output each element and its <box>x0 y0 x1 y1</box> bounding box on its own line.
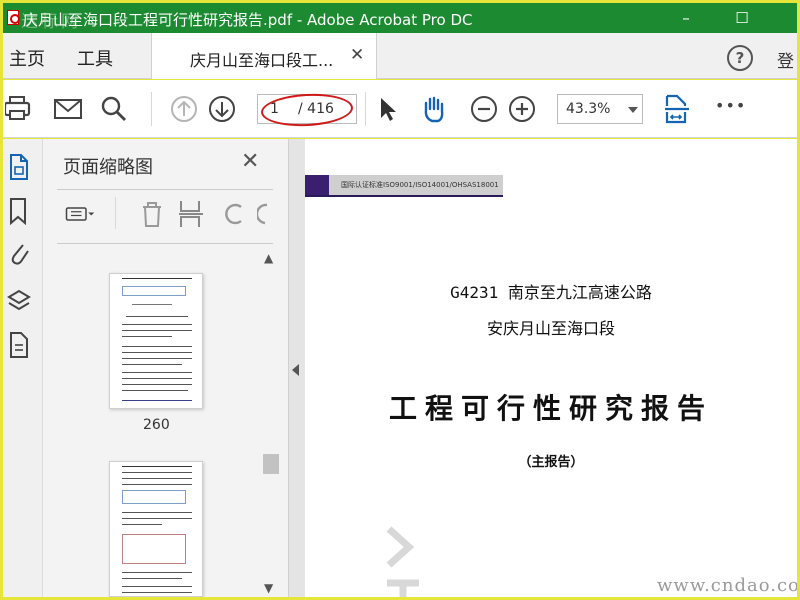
certification-text: 国际认证标准ISO9001/ISO14001/OHSAS18001 <box>341 181 499 189</box>
title-bar: 庆月山至海口段工程可行性研究报告.pdf - Adobe Acrobat Pro… <box>3 3 797 33</box>
delete-page-icon[interactable] <box>137 199 167 229</box>
thumbnail-options-icon[interactable] <box>65 199 95 229</box>
scroll-up-icon[interactable]: ▲ <box>264 251 273 265</box>
hand-tool-icon[interactable] <box>419 94 449 124</box>
panel-divider <box>57 243 273 244</box>
acrobat-pdf-icon <box>7 10 20 25</box>
help-icon[interactable]: ? <box>727 45 753 71</box>
toolbar-separator <box>151 92 152 126</box>
tab-bar: 主页 工具 庆月山至海口段工... ✕ ? 登 <box>3 33 797 79</box>
window-title: 庆月山至海口段工程可行性研究报告.pdf - Adobe Acrobat Pro… <box>23 11 473 29</box>
previous-page-icon[interactable] <box>169 94 199 124</box>
page-thumbnail[interactable] <box>109 461 203 597</box>
navigation-rail <box>3 139 43 597</box>
maximize-button[interactable]: ☐ <box>727 6 757 30</box>
document-line-1: G4231 南京至九江高速公路 <box>450 283 652 302</box>
certification-banner: 国际认证标准ISO9001/ISO14001/OHSAS18001 <box>305 175 503 197</box>
zoom-in-icon[interactable] <box>507 94 537 124</box>
scroll-down-icon[interactable]: ▼ <box>264 581 273 595</box>
search-icon[interactable] <box>99 94 129 124</box>
zoom-out-icon[interactable] <box>469 94 499 124</box>
tab-tools[interactable]: 工具 <box>77 45 113 71</box>
overlay-watermark: 达标网 <box>21 12 81 32</box>
document-title: 工程可行性研究报告 <box>388 392 713 425</box>
next-page-icon[interactable] <box>207 94 237 124</box>
tab-home[interactable]: 主页 <box>9 45 45 71</box>
site-watermark: www.cndao.com <box>657 575 800 596</box>
sign-in-button[interactable]: 登 <box>777 47 794 72</box>
attachment-icon[interactable] <box>7 239 31 267</box>
close-tab-icon[interactable]: ✕ <box>350 45 364 65</box>
chevron-down-icon <box>628 107 638 113</box>
document-properties-icon[interactable] <box>7 331 31 359</box>
layers-icon[interactable] <box>7 287 31 315</box>
zoom-value: 43.3% <box>566 101 611 117</box>
zoom-dropdown[interactable]: 43.3% <box>557 94 643 124</box>
rotate-counterclockwise-icon[interactable] <box>219 199 249 229</box>
email-icon[interactable] <box>53 94 83 124</box>
rotate-clockwise-icon[interactable] <box>257 199 267 229</box>
page-thumbnail[interactable] <box>109 273 203 409</box>
document-subtitle: （主报告） <box>518 455 584 470</box>
thumbnail-page-number: 260 <box>143 417 170 433</box>
decorative-logo-graphic <box>386 526 419 597</box>
more-tools-icon[interactable]: ••• <box>715 96 746 115</box>
bookmark-icon[interactable] <box>7 197 31 225</box>
panel-collapse-handle[interactable] <box>289 139 305 597</box>
scrollbar-thumb[interactable] <box>263 454 279 474</box>
panel-title: 页面缩略图 <box>63 157 153 178</box>
document-tab-label: 庆月山至海口段工... <box>190 51 334 70</box>
toolbar-separator <box>365 92 366 126</box>
collapse-arrow-icon[interactable] <box>292 364 299 376</box>
document-line-2: 安庆月山至海口段 <box>486 319 615 338</box>
app-window: 庆月山至海口段工程可行性研究报告.pdf - Adobe Acrobat Pro… <box>0 0 800 600</box>
fit-page-icon[interactable] <box>663 94 693 124</box>
thumbnail-panel: 页面缩略图 ✕ 260 ▲ ▼ <box>43 139 289 597</box>
minimize-button[interactable]: – <box>671 6 701 30</box>
page-thumbnails-icon[interactable] <box>7 153 31 181</box>
select-cursor-icon[interactable] <box>373 94 403 124</box>
panel-separator <box>115 197 116 229</box>
panel-divider <box>57 189 273 190</box>
document-view[interactable]: 国际认证标准ISO9001/ISO14001/OHSAS18001 G4231 … <box>305 139 797 597</box>
insert-page-icon[interactable] <box>177 199 207 229</box>
close-panel-icon[interactable]: ✕ <box>241 149 259 174</box>
tab-document[interactable]: 庆月山至海口段工... ✕ <box>151 33 377 79</box>
main-toolbar: 1 / 416 43.3% ••• <box>3 80 797 138</box>
print-icon[interactable] <box>5 94 35 124</box>
thumbnail-scrollbar[interactable]: ▲ ▼ <box>261 251 279 597</box>
